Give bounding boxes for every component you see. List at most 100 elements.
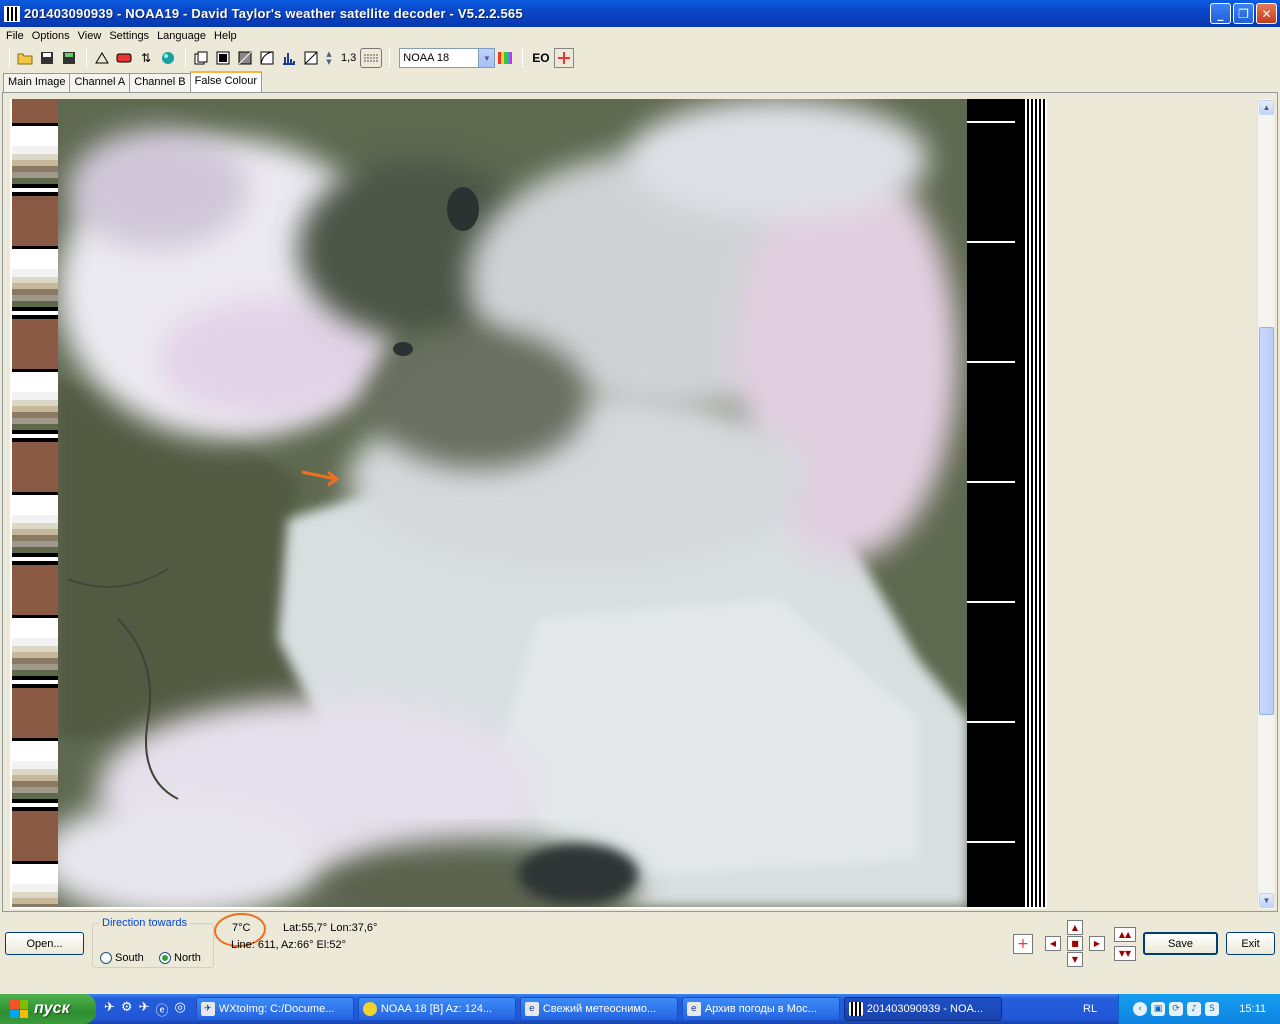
telemetry-wedge xyxy=(12,837,60,861)
minimize-button[interactable]: _ xyxy=(1210,3,1231,24)
tab-false-colour[interactable]: False Colour xyxy=(189,71,262,93)
invert-icon[interactable] xyxy=(213,48,233,68)
contrast-icon[interactable] xyxy=(235,48,255,68)
noise-filter-icon[interactable] xyxy=(360,48,383,68)
telemetry-wedge xyxy=(12,123,60,126)
minute-marker xyxy=(967,241,1015,243)
speaker-icon[interactable]: ♪ xyxy=(1187,1002,1201,1016)
tape-icon[interactable] xyxy=(114,48,134,68)
telemetry-wedge xyxy=(12,406,60,412)
tab-channel-b[interactable]: Channel B xyxy=(129,73,191,92)
telemetry-wedge xyxy=(12,372,60,392)
gamma-curve-icon[interactable] xyxy=(257,48,277,68)
pan-down-icon[interactable]: ▼ xyxy=(1067,952,1083,967)
taskbar-item-decoder[interactable]: 201403090939 - NOA... xyxy=(843,997,1002,1021)
sync-icon[interactable]: ⟳ xyxy=(1169,1002,1183,1016)
save-disk-icon[interactable] xyxy=(37,48,57,68)
taskbar-item-wxtoimg[interactable]: ✈ WXtoImg: C:/Docume... xyxy=(195,997,354,1021)
telemetry-wedge xyxy=(12,184,60,188)
skype-icon[interactable]: S xyxy=(1205,1002,1219,1016)
menu-options[interactable]: Options xyxy=(28,30,74,42)
menu-help[interactable]: Help xyxy=(210,30,241,42)
copy-icon[interactable] xyxy=(191,48,211,68)
minute-marker xyxy=(967,721,1015,723)
close-button[interactable]: ✕ xyxy=(1256,3,1277,24)
telemetry-wedge xyxy=(12,535,60,541)
radio-north-dot[interactable] xyxy=(159,952,171,964)
pan-up-icon[interactable]: ▲ xyxy=(1067,920,1083,935)
tab-channel-a[interactable]: Channel A xyxy=(69,73,131,92)
open-folder-icon[interactable] xyxy=(15,48,35,68)
telemetry-wedge xyxy=(12,904,60,910)
linear-curve-icon[interactable] xyxy=(301,48,321,68)
minute-marker xyxy=(967,361,1015,363)
chevron-down-icon[interactable]: ▼ xyxy=(478,49,495,67)
satellite-image[interactable] xyxy=(38,99,968,939)
radio-north[interactable]: North xyxy=(159,952,201,964)
gamma-value: 1,3 xyxy=(341,52,357,64)
scroll-up-icon[interactable]: ▲ xyxy=(1259,100,1274,115)
eo-label[interactable]: EO xyxy=(532,51,549,65)
telemetry-wedge xyxy=(12,714,60,738)
save-all-icon[interactable] xyxy=(59,48,79,68)
telemetry-wedge xyxy=(12,688,60,714)
sort-arrows-icon[interactable]: ⇅ xyxy=(136,48,156,68)
satellite-select[interactable]: NOAA 18 ▼ xyxy=(399,48,496,68)
taskbar-item-noaa-tracker[interactable]: NOAA 18 [B] Az: 124... xyxy=(357,997,516,1021)
taskbar-item-browser-1[interactable]: e Свежий метеоснимо... xyxy=(519,997,678,1021)
telemetry-wedge xyxy=(12,178,60,184)
page-down-icon[interactable]: ▼▼ xyxy=(1114,946,1136,961)
language-indicator[interactable]: RL xyxy=(1083,1003,1097,1015)
telemetry-wedge xyxy=(12,884,60,892)
minute-marker xyxy=(967,841,1015,843)
globe-icon[interactable] xyxy=(158,48,178,68)
menu-view[interactable]: View xyxy=(74,30,106,42)
curve-icon[interactable] xyxy=(92,48,112,68)
browser-icon[interactable]: ◎ xyxy=(174,1000,185,1019)
crosshair-toggle-icon[interactable]: + xyxy=(1013,934,1033,954)
radio-south-dot[interactable] xyxy=(100,952,112,964)
pan-center-icon[interactable]: ■ xyxy=(1067,936,1083,951)
menu-language[interactable]: Language xyxy=(153,30,210,42)
page-up-icon[interactable]: ▲▲ xyxy=(1114,927,1136,942)
pan-left-icon[interactable]: ◀ xyxy=(1045,936,1061,951)
telemetry-wedge xyxy=(12,738,60,741)
vertical-scrollbar[interactable]: ▲ ▼ xyxy=(1257,99,1274,909)
menu-file[interactable]: File xyxy=(2,30,28,42)
open-button[interactable]: Open... xyxy=(5,932,84,955)
telemetry-wedge xyxy=(12,311,60,315)
telemetry-wedge xyxy=(12,369,60,372)
crosshair-icon[interactable] xyxy=(553,48,574,68)
palette-icon[interactable] xyxy=(495,48,515,68)
start-button[interactable]: пуск xyxy=(0,994,96,1024)
restore-button[interactable]: ❐ xyxy=(1233,3,1254,24)
menu-settings[interactable]: Settings xyxy=(105,30,153,42)
clock: 15:11 xyxy=(1239,1003,1266,1015)
histogram-icon[interactable] xyxy=(279,48,299,68)
app-icon xyxy=(848,1002,863,1016)
scroll-down-icon[interactable]: ▼ xyxy=(1259,893,1274,908)
save-button[interactable]: Save xyxy=(1143,932,1218,955)
tab-main-image[interactable]: Main Image xyxy=(3,73,71,92)
telemetry-wedge xyxy=(12,319,60,345)
telemetry-wedge xyxy=(12,283,60,289)
telemetry-wedge xyxy=(12,591,60,615)
network-icon[interactable]: ▣ xyxy=(1151,1002,1165,1016)
tray-arrow-icon[interactable]: ‹ xyxy=(1133,1002,1147,1016)
telemetry-wedge xyxy=(12,541,60,547)
scroll-thumb[interactable] xyxy=(1259,327,1274,715)
gamma-stepper[interactable]: ▲ ▼ xyxy=(323,48,335,68)
telemetry-wedge xyxy=(12,803,60,807)
window-title: 201403090939 - NOAA19 - David Taylor's w… xyxy=(24,6,523,21)
satellite-select-value: NOAA 18 xyxy=(403,52,450,64)
exit-button[interactable]: Exit xyxy=(1226,932,1275,955)
radio-south[interactable]: South xyxy=(100,952,144,964)
satellite-launch-icon[interactable]: ✈ xyxy=(104,1000,115,1019)
telemetry-wedge xyxy=(12,289,60,295)
pan-right-icon[interactable]: ▶ xyxy=(1089,936,1105,951)
tracker-icon[interactable]: ✈ xyxy=(139,1000,150,1019)
internet-explorer-icon[interactable]: ⓔ xyxy=(155,1000,168,1019)
taskbar-item-browser-2[interactable]: e Архив погоды в Мос... xyxy=(681,997,840,1021)
toolbar-separator xyxy=(185,48,186,68)
satellite-dish-icon[interactable]: ⚙ xyxy=(121,1000,133,1019)
